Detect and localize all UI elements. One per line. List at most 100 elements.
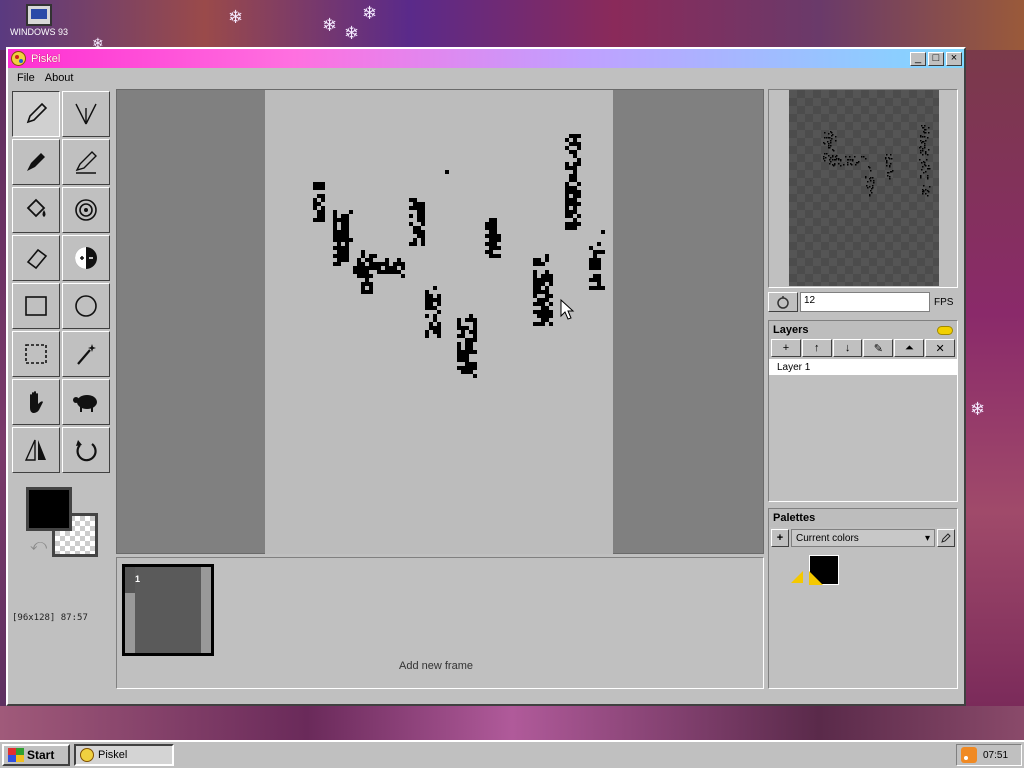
pixel [565,198,569,202]
eyedropper-pen-tool[interactable] [12,139,60,185]
edit-layer-button[interactable]: ✎ [863,339,894,357]
edit-palette-button[interactable] [937,529,955,547]
move-tool[interactable] [12,379,60,425]
pixel [473,330,477,334]
pixel [597,282,601,286]
preview-pixel [922,148,924,150]
start-button[interactable]: Start [2,744,70,766]
pixel [569,190,573,194]
flip-tool[interactable] [12,427,60,473]
rotate-tool[interactable] [62,427,110,473]
taskbar-item-piskel[interactable]: Piskel [74,744,174,766]
preview-pixel [891,171,893,173]
pixel [333,238,337,242]
frames-panel: 1 Add new frame [116,557,764,689]
pixel [545,270,549,274]
pixel [409,198,413,202]
layer-preview-toggle[interactable] [937,325,953,335]
minimize-button[interactable]: _ [910,51,926,66]
rss-icon[interactable] [961,747,977,763]
swap-colors-icon[interactable]: ⤺ [30,537,47,555]
pixel [333,262,337,266]
pixel [317,214,321,218]
add-frame-button[interactable]: Add new frame [399,660,473,672]
pixel [321,198,325,202]
window-titlebar[interactable]: Piskel _ □ × [8,49,964,68]
rectangle-tool[interactable] [12,283,60,329]
move-layer-up-button[interactable]: ↑ [801,339,832,357]
pixel [377,266,381,270]
fps-label: FPS [934,296,954,308]
frame-thumbnail[interactable]: 1 [122,564,214,656]
magic-wand-tool[interactable] [62,331,110,377]
pixel [313,218,317,222]
preview-pixel [891,158,893,160]
preview-pixel [925,132,927,134]
color-swap-tool[interactable] [62,187,110,233]
preview-pixel [825,157,827,159]
preview-pixel [830,161,832,163]
preview-pixel [923,172,925,174]
eraser-tool[interactable] [12,235,60,281]
menu-about[interactable]: About [40,72,79,84]
preview-pixel [870,190,872,192]
move-layer-down-button[interactable]: ↓ [832,339,863,357]
pixel [541,298,545,302]
primary-color-swatch[interactable] [26,487,72,531]
preview-pixel [873,180,875,182]
pen-tool[interactable] [12,91,60,137]
pixel [317,202,321,206]
preview-pixel [869,186,871,188]
fps-row: 12 FPS [768,291,958,313]
mirror-pen-tool[interactable] [62,91,110,137]
pixel [461,350,465,354]
pixel [545,306,549,310]
menu-file[interactable]: File [12,72,40,84]
preview-pixel [828,133,830,135]
pixel [421,242,425,246]
pixel [357,266,361,270]
merge-layer-button[interactable]: ⏶ [894,339,925,357]
pixel [433,326,437,330]
circle-tool[interactable] [62,283,110,329]
preview-pixel [925,129,927,131]
pixel [345,246,349,250]
desktop-icon-computer[interactable]: WINDOWS 93 [4,2,74,37]
pixel [493,254,497,258]
delete-layer-button[interactable]: ✕ [925,339,955,357]
fps-input[interactable]: 12 [800,292,930,312]
add-palette-button[interactable]: + [771,529,789,547]
lighten-tool[interactable] [62,235,110,281]
pixel [465,346,469,350]
pixel [569,134,573,138]
pixel [413,230,417,234]
pixel [489,246,493,250]
pixel [593,266,597,270]
maximize-button[interactable]: □ [928,51,944,66]
layer-item[interactable]: Layer 1 [769,359,957,375]
stroke-tool[interactable] [62,139,110,185]
preview-pixel [865,177,867,179]
drawing-canvas[interactable] [265,90,613,554]
pixel [473,334,477,338]
paint-bucket-tool[interactable] [12,187,60,233]
target-icon [75,199,97,221]
pixel [341,222,345,226]
pixel [425,330,429,334]
pixel [573,174,577,178]
pixel [545,278,549,282]
pixel [417,202,421,206]
preview-pixel [924,125,926,127]
close-button[interactable]: × [946,51,962,66]
pixel [569,186,573,190]
preview-pixel [872,185,874,187]
pixel [421,222,425,226]
onion-skin-icon[interactable] [768,292,798,312]
palette-select[interactable]: Current colors ▾ [791,529,935,547]
rect-select-tool[interactable] [12,331,60,377]
preview-pixel [925,189,927,191]
pixel [457,350,461,354]
pixel [485,234,489,238]
add-layer-button[interactable]: + [771,339,801,357]
dithering-tool[interactable] [62,379,110,425]
